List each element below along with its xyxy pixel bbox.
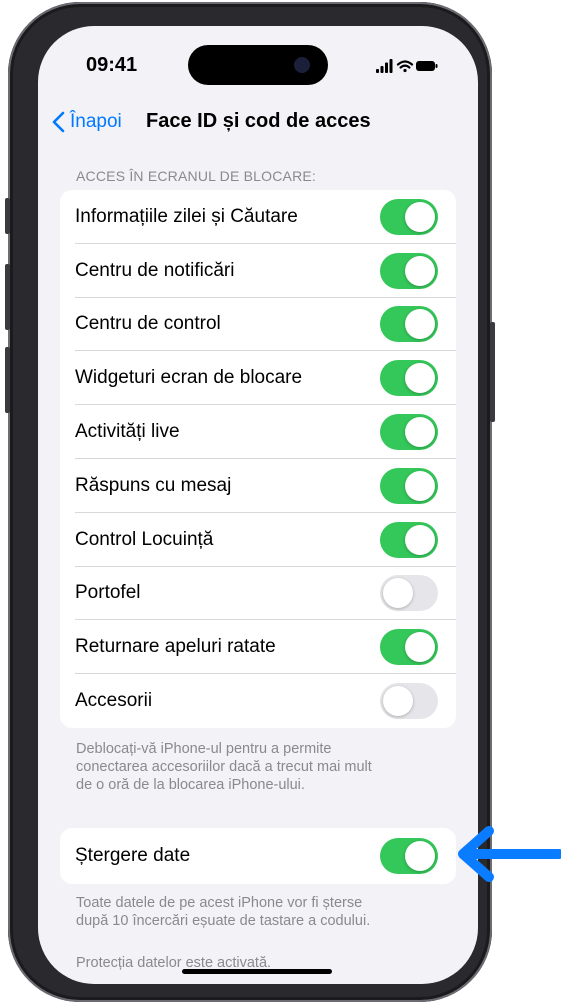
- section-header: ACCES ÎN ECRANUL DE BLOCARE:: [76, 168, 317, 184]
- setting-label: Control Locuință: [75, 528, 214, 550]
- toggle-knob: [405, 417, 435, 448]
- toggle-knob: [405, 524, 435, 555]
- screen: 09:41 Înapoi Face ID și cod de acces ACC…: [38, 26, 478, 984]
- toggle-knob: [383, 686, 413, 717]
- chevron-left-icon: [52, 111, 65, 133]
- side-button: [490, 322, 495, 422]
- battery-icon: [416, 61, 438, 71]
- erase-data-label: Ștergere date: [75, 845, 191, 866]
- setting-toggle[interactable]: [380, 467, 438, 504]
- page-title: Face ID și cod de acces: [146, 110, 371, 132]
- lock-screen-access-list: Informațiile zilei și Căutare Centru de n…: [60, 190, 456, 728]
- erase-data-group: Ștergere date: [60, 828, 456, 884]
- setting-row[interactable]: Centru de notificări: [60, 244, 456, 298]
- erase-data-footer: Toate datele de pe acest iPhone vor fi ș…: [76, 894, 436, 930]
- setting-toggle[interactable]: [380, 629, 438, 666]
- setting-row[interactable]: Control Locuință: [60, 513, 456, 567]
- setting-toggle[interactable]: [380, 360, 438, 397]
- setting-toggle[interactable]: [380, 252, 438, 289]
- setting-toggle[interactable]: [380, 198, 438, 235]
- action-button: [5, 198, 10, 234]
- toggle-knob: [405, 363, 435, 394]
- accessories-footer: Deblocați-vă iPhone-ul pentru a permite …: [76, 740, 436, 794]
- setting-toggle[interactable]: [380, 414, 438, 451]
- setting-toggle[interactable]: [380, 521, 438, 558]
- status-icons: [376, 59, 438, 73]
- phone-frame: 09:41 Înapoi Face ID și cod de acces ACC…: [5, 2, 495, 1002]
- setting-toggle[interactable]: [380, 306, 438, 343]
- toggle-knob: [405, 309, 435, 340]
- toggle-knob: [405, 201, 435, 232]
- volume-down-button: [5, 347, 10, 413]
- setting-label: Centru de notificări: [75, 259, 235, 281]
- setting-row[interactable]: Returnare apeluri ratate: [60, 620, 456, 675]
- volume-up-button: [5, 264, 10, 330]
- toggle-knob: [383, 578, 413, 609]
- setting-row[interactable]: Portofel: [60, 567, 456, 621]
- setting-label: Centru de control: [75, 313, 221, 335]
- footer-line: Deblocați-vă iPhone-ul pentru a permite: [76, 741, 332, 757]
- wifi-icon: [396, 60, 414, 73]
- toggle-knob: [405, 841, 435, 871]
- setting-label: Informațiile zilei și Căutare: [75, 205, 298, 227]
- setting-row[interactable]: Centru de control: [60, 298, 456, 352]
- pointer-arrow-icon: [458, 826, 561, 882]
- setting-row[interactable]: Widgeturi ecran de blocare: [60, 351, 456, 406]
- front-camera: [294, 57, 310, 73]
- setting-row[interactable]: Accesorii: [60, 674, 456, 728]
- erase-data-toggle[interactable]: [380, 838, 438, 874]
- toggle-knob: [405, 470, 435, 501]
- home-indicator[interactable]: [182, 969, 332, 974]
- toggle-knob: [405, 255, 435, 286]
- setting-label: Widgeturi ecran de blocare: [75, 367, 303, 389]
- setting-label: Accesorii: [75, 690, 153, 712]
- setting-toggle[interactable]: [380, 683, 438, 720]
- setting-toggle[interactable]: [380, 575, 438, 612]
- footer-line: conectarea accesoriilor dacă a trecut ma…: [76, 759, 372, 775]
- setting-row[interactable]: Răspuns cu mesaj: [60, 459, 456, 513]
- back-label: Înapoi: [70, 111, 122, 132]
- setting-label: Portofel: [75, 582, 141, 604]
- setting-label: Activități live: [75, 421, 180, 443]
- toggle-knob: [405, 632, 435, 663]
- navigation-bar: Înapoi Face ID și cod de acces: [38, 104, 478, 144]
- footer-line: de o oră de la blocarea iPhone-ului.: [76, 777, 305, 793]
- setting-label: Returnare apeluri ratate: [75, 636, 276, 658]
- setting-label: Răspuns cu mesaj: [75, 474, 232, 496]
- erase-data-row[interactable]: Ștergere date: [60, 828, 456, 884]
- cellular-signal-icon: [376, 59, 393, 73]
- footer-line: după 10 încercări eșuate de tastare a co…: [76, 913, 371, 929]
- dynamic-island: [188, 45, 328, 85]
- status-time: 09:41: [86, 54, 138, 76]
- back-button[interactable]: Înapoi: [52, 104, 122, 140]
- footer-line: Toate datele de pe acest iPhone vor fi ș…: [76, 895, 363, 911]
- status-bar: 09:41: [38, 26, 478, 96]
- setting-row[interactable]: Activități live: [60, 405, 456, 459]
- setting-row[interactable]: Informațiile zilei și Căutare: [60, 190, 456, 244]
